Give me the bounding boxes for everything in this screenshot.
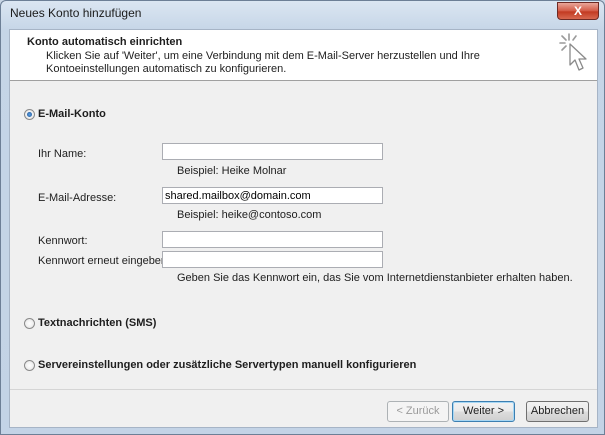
next-button[interactable]: Weiter > xyxy=(452,401,515,422)
close-icon: X xyxy=(573,4,582,18)
sms-label[interactable]: Textnachrichten (SMS) xyxy=(38,317,156,329)
manual-config-label[interactable]: Servereinstellungen oder zusätzliche Ser… xyxy=(38,359,416,371)
window-title: Neues Konto hinzufügen xyxy=(10,6,142,20)
page-title: Konto automatisch einrichten xyxy=(27,36,183,48)
password-input[interactable] xyxy=(162,231,383,248)
password-repeat-label: Kennwort erneut eingeben: xyxy=(38,255,171,267)
name-label: Ihr Name: xyxy=(38,148,87,160)
cancel-button[interactable]: Abbrechen xyxy=(526,401,589,422)
back-button[interactable]: < Zurück xyxy=(387,401,449,422)
close-button[interactable]: X xyxy=(557,2,599,20)
title-bar[interactable]: Neues Konto hinzufügen X xyxy=(1,1,604,27)
manual-config-radio[interactable] xyxy=(24,360,35,371)
wizard-header: Konto automatisch einrichten Klicken Sie… xyxy=(10,30,597,81)
sms-radio[interactable] xyxy=(24,318,35,329)
email-input[interactable] xyxy=(162,187,383,204)
name-input[interactable] xyxy=(162,143,383,160)
password-repeat-input[interactable] xyxy=(162,251,383,268)
email-account-radio[interactable] xyxy=(24,109,35,120)
dialog-body: Konto automatisch einrichten Klicken Sie… xyxy=(9,29,598,428)
email-label: E-Mail-Adresse: xyxy=(38,192,117,204)
email-account-label[interactable]: E-Mail-Konto xyxy=(38,108,106,120)
footer-divider xyxy=(10,389,597,390)
name-example: Beispiel: Heike Molnar xyxy=(177,165,287,177)
page-description: Klicken Sie auf 'Weiter', um eine Verbin… xyxy=(46,50,480,75)
email-example: Beispiel: heike@contoso.com xyxy=(177,209,322,221)
add-account-dialog: Neues Konto hinzufügen X Konto automatis… xyxy=(0,0,605,435)
password-label: Kennwort: xyxy=(38,235,88,247)
cursor-sparkle-icon xyxy=(559,33,587,71)
password-hint: Geben Sie das Kennwort ein, das Sie vom … xyxy=(177,272,573,284)
